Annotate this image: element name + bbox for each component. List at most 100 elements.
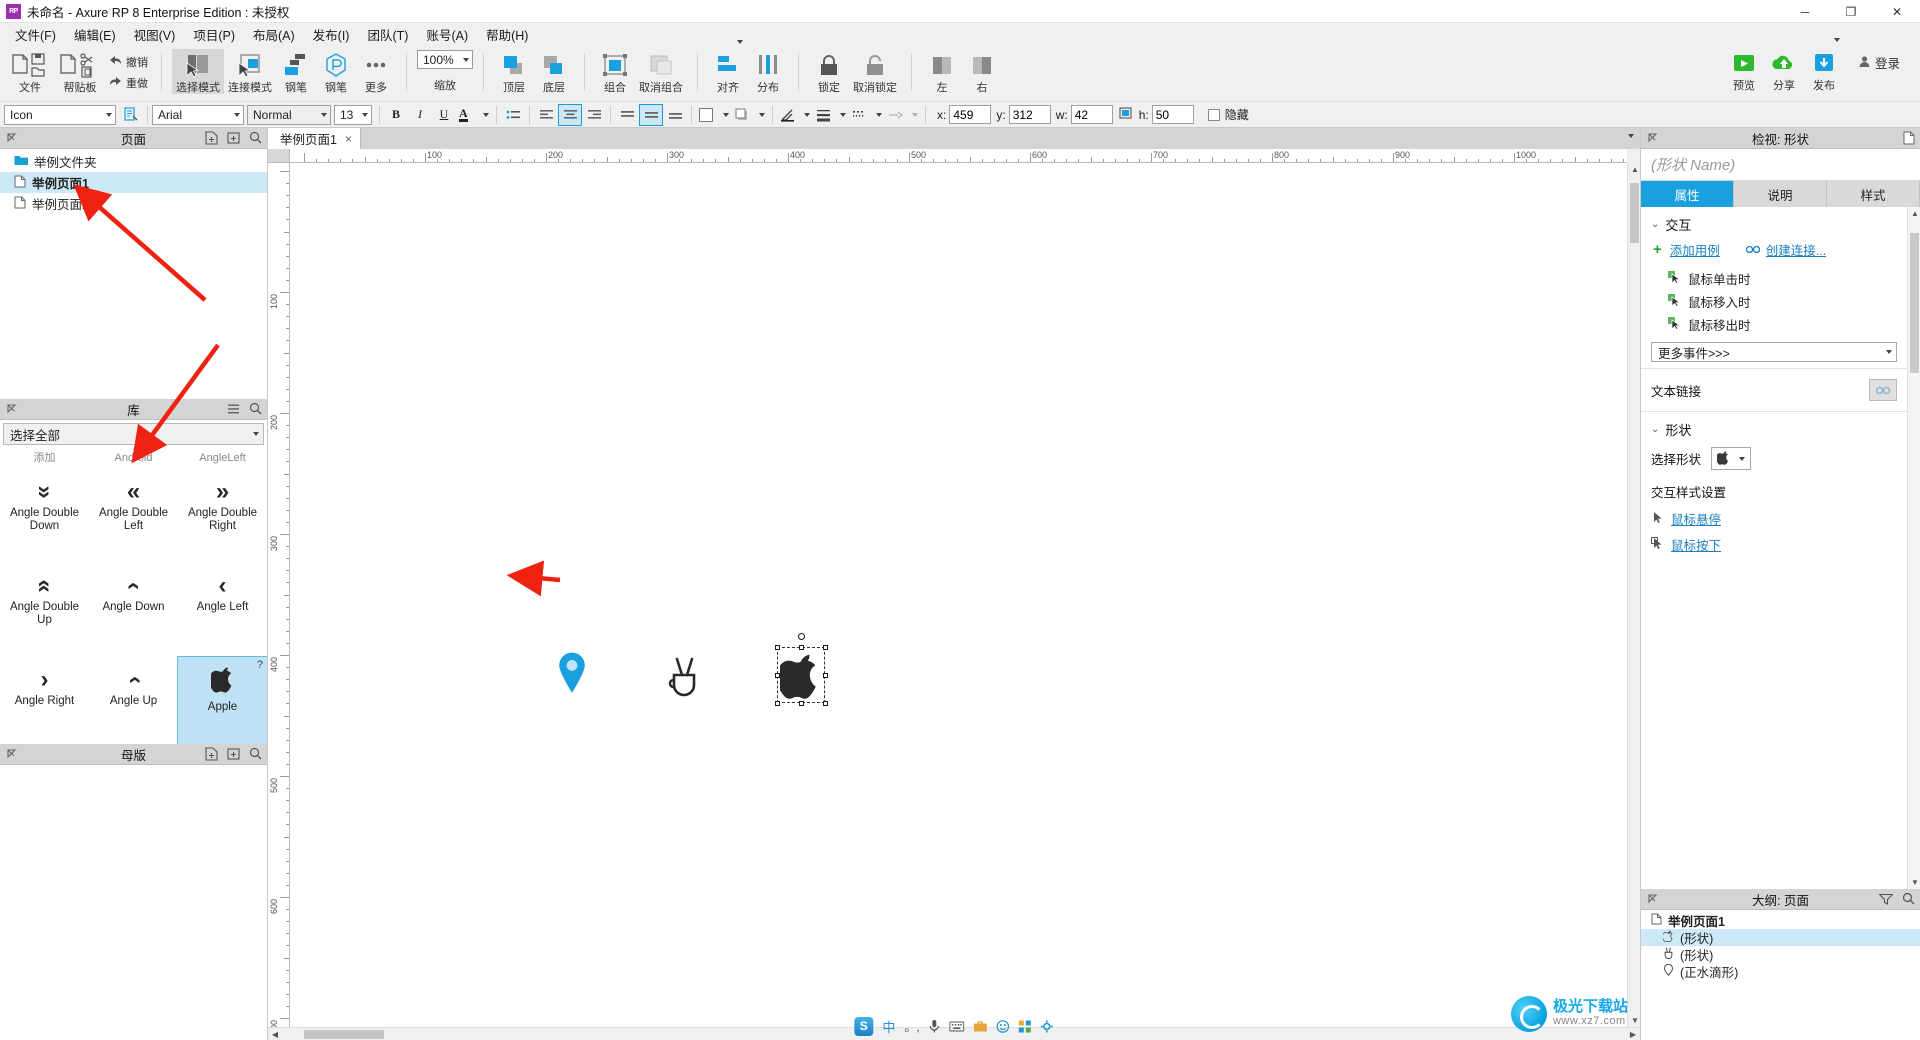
more-events-select[interactable]: 更多事件>>> xyxy=(1651,342,1897,362)
scrollbar-thumb[interactable] xyxy=(1910,233,1919,373)
more-button[interactable]: 更多 xyxy=(356,49,396,94)
create-link-link[interactable]: 创建连接... xyxy=(1766,240,1826,259)
toolbox-icon[interactable] xyxy=(974,1020,988,1032)
italic-button[interactable]: I xyxy=(409,105,431,125)
line-color-button[interactable] xyxy=(778,105,812,125)
scroll-up-arrow-icon[interactable]: ▲ xyxy=(1908,207,1920,220)
library-item-angle-double-left[interactable]: « Angle Double Left xyxy=(89,469,178,563)
map-pin-widget[interactable] xyxy=(558,652,586,694)
collapse-arrow-icon[interactable] xyxy=(6,748,17,762)
rotate-handle[interactable] xyxy=(797,633,805,640)
library-item-angle-right[interactable]: › Angle Right xyxy=(0,657,89,744)
align-top-button[interactable] xyxy=(616,105,638,125)
keyboard-icon[interactable] xyxy=(949,1021,965,1032)
search-icon[interactable] xyxy=(249,747,262,764)
publish-button[interactable]: 发布 xyxy=(1804,38,1844,92)
hamburger-icon[interactable] xyxy=(227,403,240,418)
menu-team[interactable]: 团队(T) xyxy=(358,23,417,46)
menu-help[interactable]: 帮助(H) xyxy=(477,23,537,46)
mousedown-style-row[interactable]: 鼠标按下 xyxy=(1651,535,1897,554)
shape-section-header[interactable]: ⌄ 形状 xyxy=(1651,420,1897,439)
text-link-button[interactable] xyxy=(1869,379,1897,401)
menu-view[interactable]: 视图(V) xyxy=(125,23,185,46)
resize-handle[interactable] xyxy=(774,644,780,650)
apps-icon[interactable] xyxy=(1019,1020,1032,1033)
share-button[interactable]: 分享 xyxy=(1764,47,1804,92)
shape-select[interactable] xyxy=(1711,447,1752,470)
victory-hand-widget[interactable] xyxy=(666,656,702,698)
add-page-icon[interactable] xyxy=(205,131,218,148)
menu-edit[interactable]: 编辑(E) xyxy=(65,23,125,46)
menu-file[interactable]: 文件(F) xyxy=(6,23,65,46)
collapse-arrow-icon[interactable] xyxy=(6,403,17,417)
scrollbar-thumb[interactable] xyxy=(1630,183,1639,243)
library-item-angle-up[interactable]: › Angle Up xyxy=(89,657,178,744)
event-row-mouseenter[interactable]: 鼠标移入时 xyxy=(1651,290,1897,313)
design-canvas[interactable] xyxy=(290,163,1627,1027)
font-color-button[interactable]: A xyxy=(457,105,491,125)
more-tools-button[interactable]: 钢笔 xyxy=(316,49,356,94)
scroll-down-arrow-icon[interactable]: ▼ xyxy=(1628,1014,1642,1027)
chevron-down-icon[interactable] xyxy=(1628,134,1634,138)
collapse-arrow-icon[interactable] xyxy=(1647,132,1658,146)
align-button[interactable]: 对齐 xyxy=(708,40,748,94)
scroll-up-arrow-icon[interactable]: ▲ xyxy=(1628,163,1642,176)
zoom-select[interactable]: 100% xyxy=(417,50,473,69)
clipboard-button[interactable]: 帮贴板 xyxy=(54,49,106,94)
unlock-button[interactable]: 取消锁定 xyxy=(849,49,901,94)
add-case-link[interactable]: 添加用例 xyxy=(1670,240,1720,259)
scrollbar-thumb[interactable] xyxy=(304,1030,384,1039)
send-back-button[interactable]: 底层 xyxy=(534,49,574,94)
arrow-style-button[interactable] xyxy=(886,105,920,125)
resize-handle[interactable] xyxy=(798,644,804,650)
file-button[interactable]: 文件 xyxy=(6,49,54,94)
group-button[interactable]: 组合 xyxy=(595,49,635,94)
resize-handle[interactable] xyxy=(822,672,828,678)
distribute-button[interactable]: 分布 xyxy=(748,49,788,94)
add-folder-icon[interactable] xyxy=(227,747,240,764)
redo-button[interactable]: 重做 xyxy=(106,74,151,92)
emoji-icon[interactable] xyxy=(996,1019,1010,1033)
undo-button[interactable]: 撤销 xyxy=(106,53,151,71)
library-item-help-badge[interactable]: ? xyxy=(257,659,263,672)
collapse-arrow-icon[interactable] xyxy=(6,132,17,146)
align-left-button[interactable] xyxy=(535,105,557,125)
event-row-click[interactable]: 鼠标单击时 xyxy=(1651,267,1897,290)
bullet-list-button[interactable] xyxy=(502,105,524,125)
line-width-button[interactable] xyxy=(814,105,848,125)
y-input[interactable] xyxy=(1008,105,1051,124)
close-icon[interactable]: × xyxy=(345,132,352,146)
align-right-button[interactable] xyxy=(583,105,605,125)
font-weight-select[interactable]: Normal xyxy=(247,104,331,125)
minimize-button[interactable]: ─ xyxy=(1782,0,1828,23)
tab-style[interactable]: 样式 xyxy=(1827,181,1920,207)
collapse-arrow-icon[interactable] xyxy=(1647,893,1658,907)
lock-ratio-icon[interactable] xyxy=(1119,107,1132,122)
tab-properties[interactable]: 属性 xyxy=(1641,181,1734,207)
align-middle-button[interactable] xyxy=(639,103,663,126)
library-item-angle-double-down[interactable]: » Angle Double Down xyxy=(0,469,89,563)
hover-style-row[interactable]: 鼠标悬停 xyxy=(1651,509,1897,528)
align-bottom-button[interactable] xyxy=(664,105,686,125)
font-size-select[interactable]: 13 xyxy=(334,104,372,125)
scroll-down-arrow-icon[interactable]: ▼ xyxy=(1908,876,1920,889)
gear-icon[interactable] xyxy=(1041,1020,1054,1033)
align-center-button[interactable] xyxy=(558,103,582,126)
widget-style-select[interactable]: Icon xyxy=(4,104,116,125)
search-icon[interactable] xyxy=(1902,892,1915,909)
shadow-button[interactable] xyxy=(733,105,767,125)
style-editor-button[interactable] xyxy=(120,105,142,125)
ime-punctuation[interactable]: 。, xyxy=(904,1018,919,1035)
bring-front-button[interactable]: 顶层 xyxy=(494,49,534,94)
ime-mode[interactable]: 中 xyxy=(882,1017,895,1036)
outline-row-pin[interactable]: (正水滴形) xyxy=(1641,963,1920,980)
hidden-checkbox[interactable]: 隐藏 xyxy=(1207,106,1249,123)
bold-button[interactable]: B xyxy=(385,105,407,125)
outline-row-page[interactable]: 举例页面1 xyxy=(1641,912,1920,929)
menu-project[interactable]: 项目(P) xyxy=(184,23,244,46)
canvas-vertical-scrollbar[interactable]: ▲ ▼ xyxy=(1627,163,1640,1027)
library-filter-select[interactable]: 选择全部 xyxy=(3,423,264,445)
page-row-page1[interactable]: 举例页面1 xyxy=(0,172,267,193)
vertical-ruler[interactable]: 100200300400500600700800 xyxy=(268,163,290,1027)
resize-handle[interactable] xyxy=(822,644,828,650)
